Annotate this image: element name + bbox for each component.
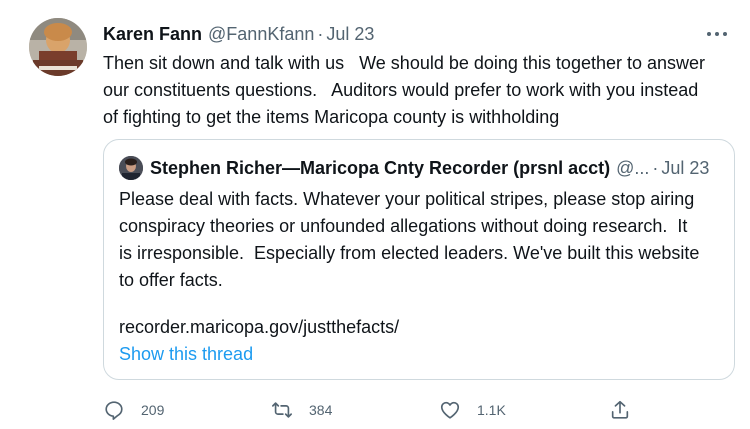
separator-dot: · <box>652 157 659 178</box>
retweet-button[interactable]: 384 <box>271 396 332 424</box>
quoted-tweet-link[interactable]: recorder.maricopa.gov/justthefacts/ <box>119 314 399 341</box>
author-handle[interactable]: @FannKfann <box>208 24 314 45</box>
tweet-text-line: of fighting to get the items Maricopa co… <box>103 107 560 127</box>
quoted-tweet-card[interactable]: Stephen Richer—Maricopa Cnty Recorder (p… <box>103 139 735 380</box>
tweet-header: Karen Fann @FannKfann · Jul 23 <box>103 22 374 46</box>
quoted-tweet-header: Stephen Richer—Maricopa Cnty Recorder (p… <box>150 157 709 179</box>
quoted-text-line: conspiracy theories or unfounded allegat… <box>119 216 688 236</box>
quoted-tweet-date: Jul 23 <box>661 157 710 178</box>
reply-icon <box>105 401 123 420</box>
author-name[interactable]: Karen Fann <box>103 24 202 45</box>
quoted-author-avatar <box>119 156 143 180</box>
share-button[interactable] <box>609 396 631 424</box>
more-options-icon[interactable] <box>704 25 730 43</box>
show-thread-link[interactable]: Show this thread <box>119 341 253 368</box>
tweet-text: Then sit down and talk with us We should… <box>103 50 743 131</box>
author-avatar[interactable] <box>29 18 87 76</box>
quoted-text-line: is irresponsible. Especially from electe… <box>119 243 700 263</box>
retweet-count: 384 <box>309 402 333 418</box>
tweet-text-line: Then sit down and talk with us We should… <box>103 53 706 73</box>
like-button[interactable]: 1.1K <box>439 396 506 424</box>
tweet-date[interactable]: Jul 23 <box>326 24 374 45</box>
quoted-author-handle: @... <box>616 157 650 178</box>
quoted-text-line: Please deal with facts. Whatever your po… <box>119 189 695 209</box>
reply-count: 209 <box>141 402 165 418</box>
heart-icon <box>440 401 460 419</box>
quoted-tweet-text: Please deal with facts. Whatever your po… <box>119 186 729 294</box>
tweet-actions: 209 384 1.1K <box>103 396 643 424</box>
tweet-text-line: our constituents questions. Auditors wou… <box>103 80 699 100</box>
quoted-text-line: to offer facts. <box>119 270 223 290</box>
share-icon <box>611 400 629 419</box>
separator-dot: · <box>317 23 324 44</box>
like-count: 1.1K <box>477 402 506 418</box>
retweet-icon <box>272 402 292 418</box>
quoted-author-name: Stephen Richer—Maricopa Cnty Recorder (p… <box>150 157 611 178</box>
reply-button[interactable]: 209 <box>103 396 164 424</box>
